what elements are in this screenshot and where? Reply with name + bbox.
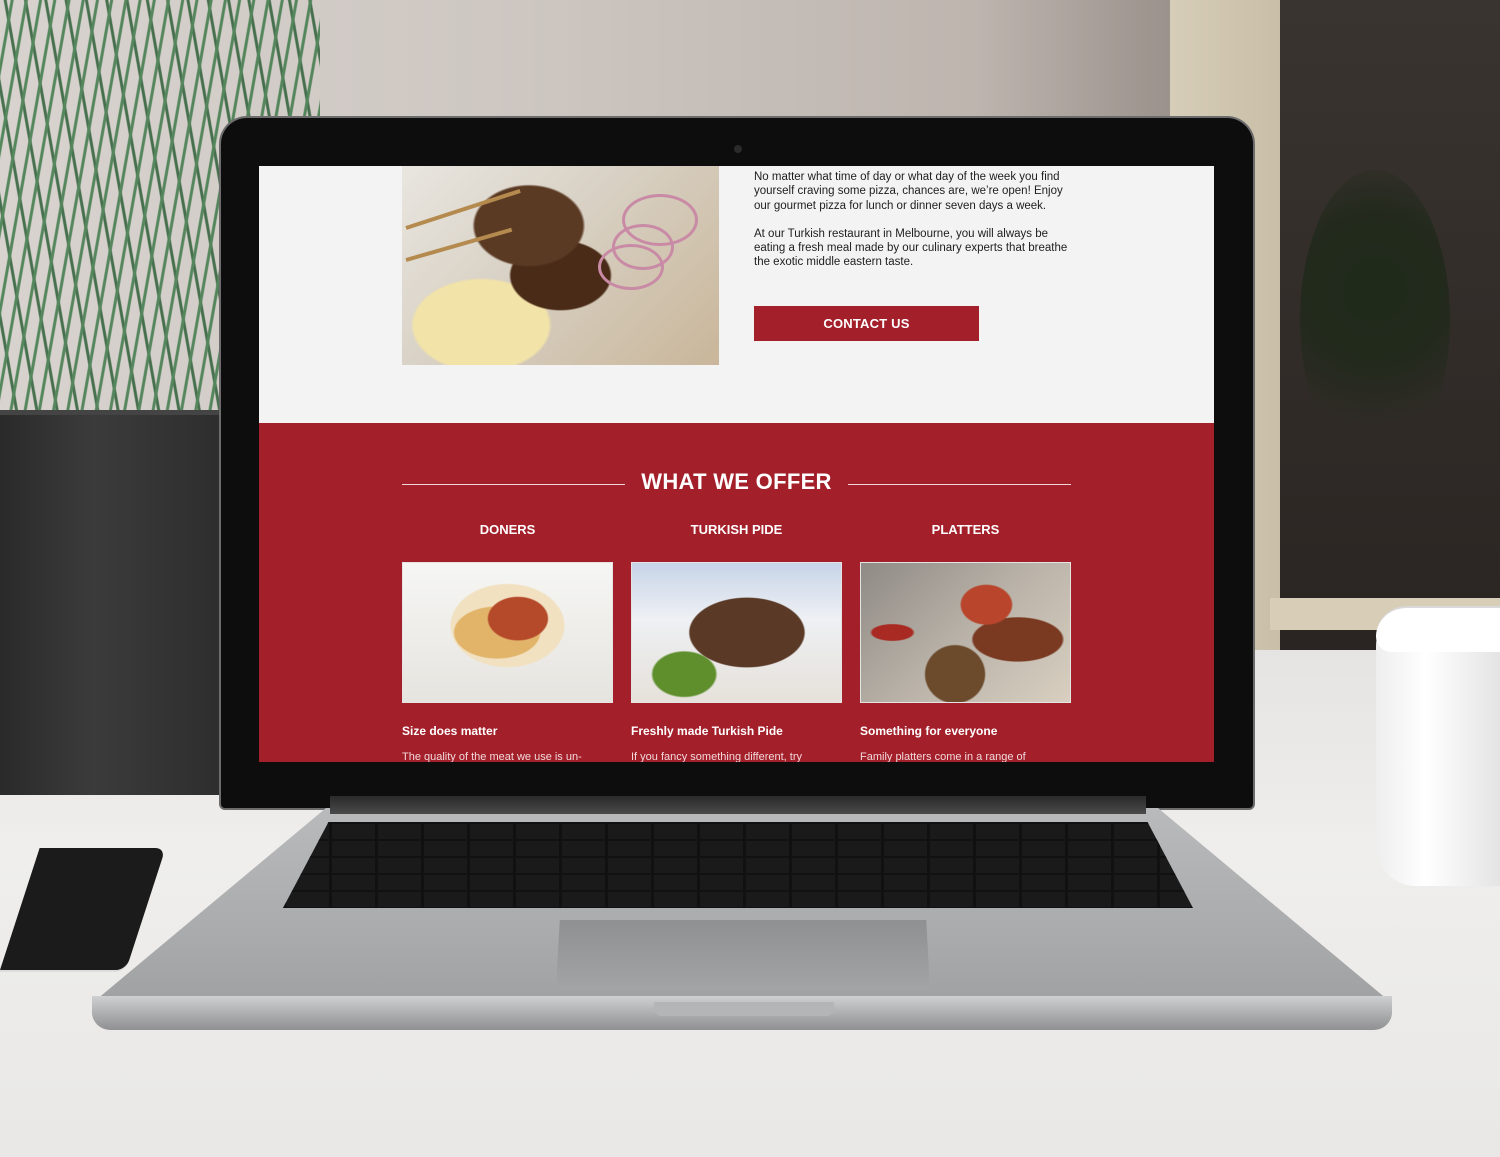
offer-description-turkish-pide: If you fancy something different, try	[631, 751, 802, 762]
plant-pot	[0, 415, 235, 795]
kebab-skewers-image	[402, 166, 719, 365]
contact-us-button[interactable]: CONTACT US	[754, 306, 979, 341]
offer-description-doners: The quality of the meat we use is un-	[402, 751, 582, 762]
offer-title-doners: DONERS	[479, 522, 536, 537]
webcam-icon	[734, 145, 742, 153]
intro-paragraph-2: At our Turkish restaurant in Melbourne, …	[754, 227, 1068, 269]
laptop-screen: No matter what time of day or what day o…	[259, 166, 1214, 762]
skewer-stick	[405, 189, 521, 230]
doner-wrap-image[interactable]	[402, 562, 613, 703]
coffee-cup-rim	[1376, 606, 1500, 652]
section-title: WHAT WE OFFER	[641, 469, 832, 494]
intro-text: No matter what time of day or what day o…	[754, 170, 1074, 284]
turkish-pide-image[interactable]	[631, 562, 842, 703]
onion-ring	[598, 244, 664, 290]
offer-title-turkish-pide: TURKISH PIDE	[690, 522, 783, 537]
offer-description-platters: Family platters come in a range of	[860, 751, 1026, 762]
skewer-stick	[405, 227, 513, 262]
offer-title-platters: PLATTERS	[931, 522, 1000, 537]
laptop-notch	[654, 1002, 834, 1016]
laptop-hinge	[330, 796, 1146, 814]
offer-subtitle-doners: Size does matter	[402, 724, 498, 738]
offer-subtitle-turkish-pide: Freshly made Turkish Pide	[631, 724, 783, 738]
platters-image[interactable]	[860, 562, 1071, 703]
what-we-offer-section: WHAT WE OFFER DONERS Size does matter Th…	[259, 423, 1214, 762]
title-divider-right	[848, 484, 1071, 485]
laptop-keyboard	[283, 822, 1193, 908]
laptop-trackpad	[556, 920, 930, 990]
shelf-plant	[1300, 170, 1450, 470]
intro-paragraph-1: No matter what time of day or what day o…	[754, 171, 1063, 212]
offer-subtitle-platters: Something for everyone	[860, 724, 998, 738]
